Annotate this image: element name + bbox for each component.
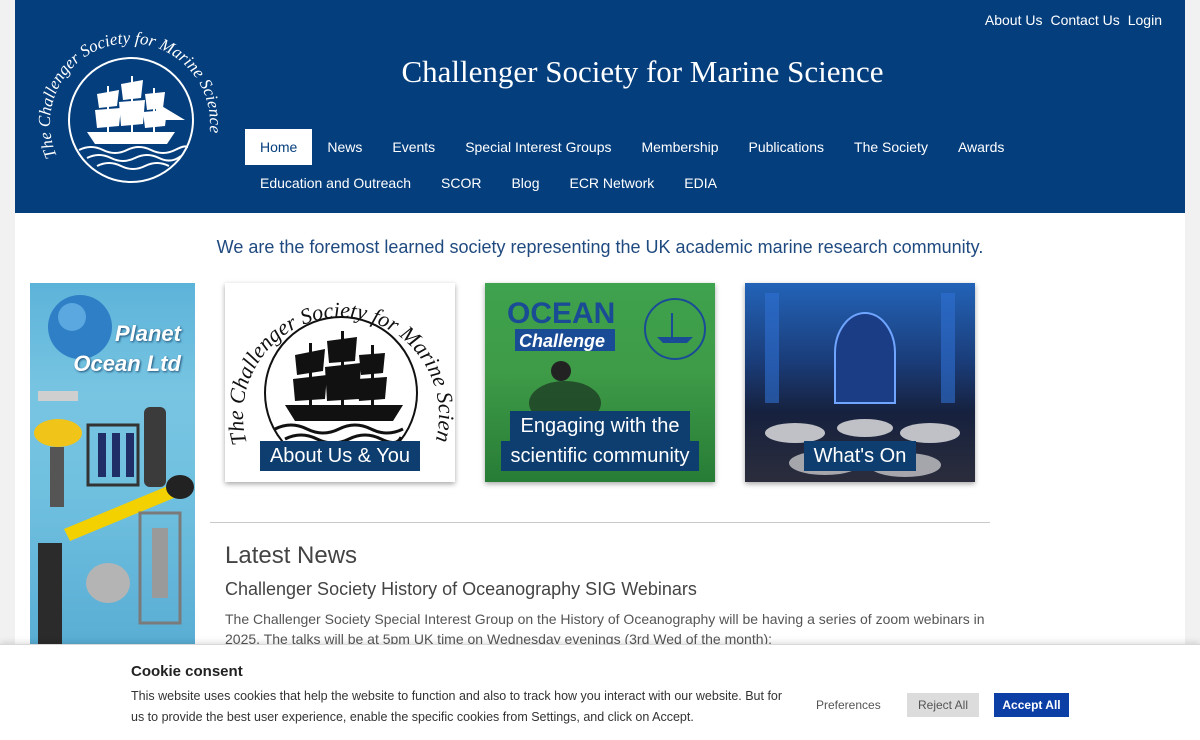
nav-item-news[interactable]: News [312,129,377,165]
challenge-subtitle: Challenge [519,331,605,351]
nav-item-blog[interactable]: Blog [496,165,554,201]
nav-row-2: Education and Outreach SCOR Blog ECR Net… [245,165,1045,201]
preferences-button[interactable]: Preferences [816,697,881,713]
login-link[interactable]: Login [1128,12,1162,28]
about-us-card[interactable]: The Challenger Society for Marine Scienc… [225,283,455,482]
advert-title-line1: Planet [114,321,181,346]
site-header: The Challenger Society for Marine Scienc… [15,0,1185,213]
main-nav: Home News Events Special Interest Groups… [245,129,1045,201]
about-us-card-label: About Us & You [225,441,455,471]
latest-news-heading: Latest News [225,542,358,569]
engaging-card-label-2: scientific community [485,441,715,471]
engaging-card-label-line2: scientific community [500,441,700,471]
nav-item-events[interactable]: Events [377,129,450,165]
site-title: Challenger Society for Marine Science [401,54,884,89]
advert-title: Planet Ocean Ltd [73,319,181,379]
nav-item-ecr-network[interactable]: ECR Network [554,165,669,201]
nav-item-edia[interactable]: EDIA [669,165,732,201]
nav-item-education-outreach[interactable]: Education and Outreach [245,165,426,201]
about-us-card-label-text: About Us & You [259,441,421,471]
nav-item-home[interactable]: Home [245,129,313,165]
society-logo[interactable]: The Challenger Society for Marine Scienc… [35,24,225,189]
engaging-card-label-line1: Engaging with the [510,411,690,441]
engaging-card-label: Engaging with the [485,411,715,441]
contact-us-link[interactable]: Contact Us [1050,12,1119,28]
nav-item-scor[interactable]: SCOR [426,165,496,201]
cookie-consent-bar: Cookie consent This website uses cookies… [0,644,1200,740]
engaging-card[interactable]: OCEAN Challenge Engaging with the scient… [485,283,715,482]
planet-ocean-advert[interactable]: Planet Ocean Ltd [30,283,195,653]
cookie-title: Cookie consent [131,663,243,680]
reject-all-button[interactable]: Reject All [907,693,979,717]
ocean-title: OCEAN [507,297,615,330]
top-links: About Us Contact Us Login [985,12,1162,28]
page: The Challenger Society for Marine Scienc… [15,0,1185,740]
whats-on-card[interactable]: What's On [745,283,975,482]
nav-row-1: Home News Events Special Interest Groups… [245,129,1045,165]
whats-on-card-label-text: What's On [803,441,917,471]
news-article-title[interactable]: Challenger Society History of Oceanograp… [225,578,697,600]
tagline: We are the foremost learned society repr… [216,237,984,257]
advert-title-line2: Ocean Ltd [73,351,181,376]
nav-item-awards[interactable]: Awards [943,129,1019,165]
nav-item-membership[interactable]: Membership [626,129,733,165]
about-us-link[interactable]: About Us [985,12,1043,28]
whats-on-card-label: What's On [745,441,975,471]
nav-item-publications[interactable]: Publications [734,129,840,165]
nav-item-the-society[interactable]: The Society [839,129,943,165]
cookie-text: This website uses cookies that help the … [131,689,783,724]
news-article-body: The Challenger Society Special Interest … [225,611,985,647]
nav-item-special-interest-groups[interactable]: Special Interest Groups [450,129,626,165]
news-divider [210,522,990,523]
accept-all-button[interactable]: Accept All [994,693,1069,717]
